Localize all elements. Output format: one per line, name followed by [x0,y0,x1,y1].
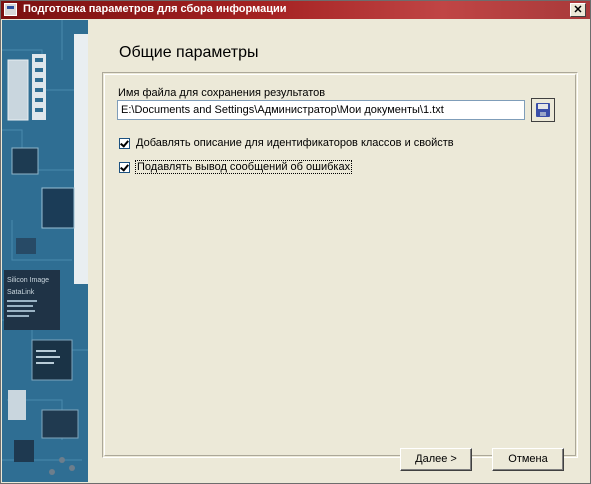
chip-label-model: SataLink [7,289,35,296]
circuit-board-illustration: Silicon Image SataLink [2,20,88,482]
title-bar[interactable]: Подготовка параметров для сбора информац… [1,1,590,19]
circuit-board-image: Silicon Image SataLink [2,20,88,482]
save-file-button[interactable] [531,98,555,122]
file-path-input[interactable] [117,100,525,120]
checkbox-checked-icon[interactable] [119,138,130,149]
chip-label-brand: Silicon Image [7,277,49,284]
close-button[interactable]: ✕ [570,3,586,17]
window-title: Подготовка параметров для сбора информац… [23,3,287,15]
wizard-page: Общие параметры Имя файла для сохранения… [89,20,590,482]
add-descriptions-label: Добавлять описание для идентификаторов к… [136,137,454,149]
page-title: Общие параметры [119,44,259,61]
app-icon [4,3,17,16]
checkbox-checked-icon[interactable] [119,162,130,173]
dialog-window: Подготовка параметров для сбора информац… [0,0,591,484]
next-button[interactable]: Далее > [400,448,472,471]
floppy-disk-icon [536,103,550,117]
settings-group [102,72,578,458]
cancel-button[interactable]: Отмена [492,448,564,471]
suppress-errors-label: Подавлять вывод сообщений об ошибках [135,160,353,174]
file-path-label: Имя файла для сохранения результатов [118,87,326,99]
